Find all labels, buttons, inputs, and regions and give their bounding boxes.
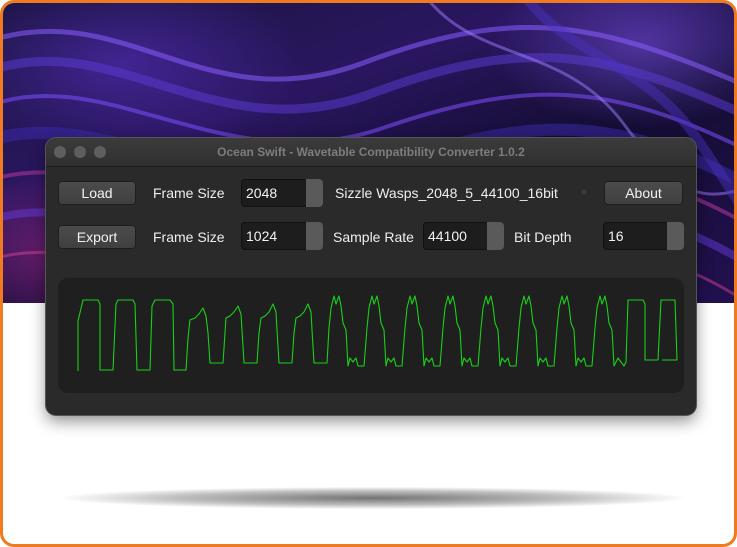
loaded-file-name: Sizzle Wasps_2048_5_44100_16bit	[335, 185, 558, 201]
window-title: Ocean Swift - Wavetable Compatibility Co…	[217, 145, 525, 159]
about-button[interactable]: About	[604, 181, 683, 205]
output-frame-size-select[interactable]: 1024	[241, 222, 323, 250]
title-bar[interactable]: Ocean Swift - Wavetable Compatibility Co…	[46, 138, 696, 167]
sample-rate-label: Sample Rate	[333, 229, 414, 245]
input-frame-size-label: Frame Size	[153, 185, 225, 201]
waveform-plot	[77, 295, 678, 371]
input-frame-size-value: 2048	[246, 185, 278, 201]
bit-depth-value: 16	[608, 228, 624, 244]
window-drop-shadow	[63, 487, 683, 509]
bit-depth-select[interactable]: 16	[603, 222, 684, 250]
dropdown-arrow-icon[interactable]	[306, 179, 323, 207]
app-window: Ocean Swift - Wavetable Compatibility Co…	[46, 138, 696, 415]
output-frame-size-value: 1024	[246, 228, 278, 244]
dropdown-arrow-icon[interactable]	[667, 222, 684, 250]
screenshot-frame: Ocean Swift - Wavetable Compatibility Co…	[0, 0, 737, 547]
waveform-display	[58, 278, 684, 393]
dropdown-arrow-icon[interactable]	[487, 222, 504, 250]
sample-rate-value: 44100	[428, 228, 467, 244]
bit-depth-label: Bit Depth	[514, 229, 572, 245]
export-button[interactable]: Export	[58, 225, 136, 249]
waveform-trace	[77, 295, 678, 371]
dropdown-arrow-icon[interactable]	[306, 222, 323, 250]
output-frame-size-label: Frame Size	[153, 229, 225, 245]
load-button[interactable]: Load	[58, 181, 136, 205]
sample-rate-select[interactable]: 44100	[423, 222, 504, 250]
input-frame-size-select[interactable]: 2048	[241, 179, 323, 207]
status-led-icon	[580, 188, 588, 196]
